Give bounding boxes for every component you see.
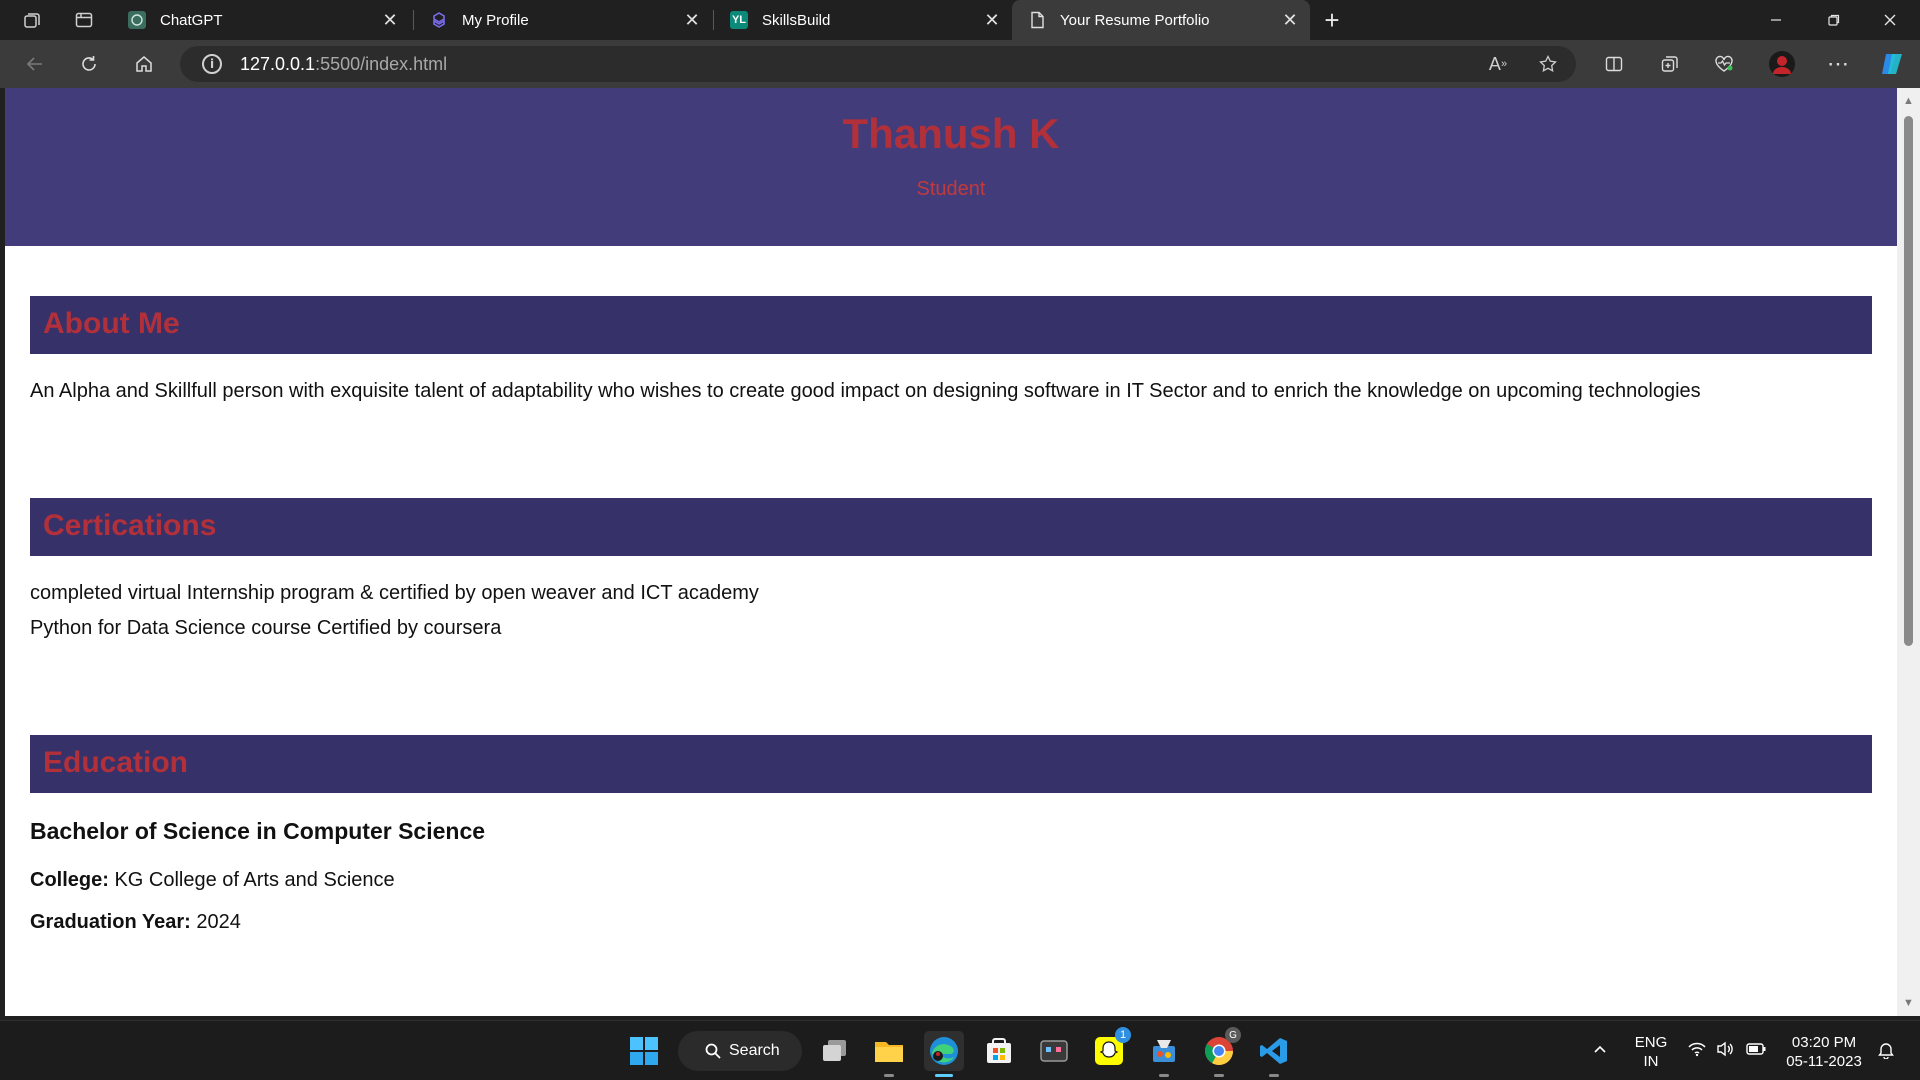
split-screen-icon[interactable] [1598, 50, 1630, 78]
new-tab-icon[interactable]: + [1318, 5, 1346, 35]
address-bar[interactable]: i 127.0.0.1:5500/index.html A» [180, 46, 1576, 82]
more-options-icon[interactable]: ⋯ [1822, 50, 1854, 78]
back-icon[interactable] [19, 50, 51, 78]
paint-app-icon[interactable] [1144, 1031, 1184, 1077]
page-viewport: Thanush K Student About Me An Alpha and … [5, 88, 1897, 1016]
notification-badge: 1 [1115, 1027, 1131, 1043]
favorite-star-icon[interactable] [1532, 52, 1564, 76]
battery-icon[interactable] [1746, 1041, 1766, 1062]
microsoft-store-icon[interactable] [979, 1031, 1019, 1071]
clock[interactable]: 03:20 PM 05-11-2023 [1780, 1033, 1868, 1071]
section-title: Education [43, 746, 189, 779]
page-scrollbar[interactable]: ▲ ▼ [1897, 88, 1920, 1016]
search-label: Search [729, 1042, 780, 1059]
browser-toolbar: i 127.0.0.1:5500/index.html A» ⋯ [0, 40, 1920, 88]
college-line: College: KG College of Arts and Science [30, 869, 395, 892]
close-tab-icon[interactable]: ✕ [378, 8, 402, 32]
tab-label: Your Resume Portfolio [1060, 11, 1210, 29]
wifi-icon[interactable] [1688, 1041, 1706, 1062]
vscode-icon[interactable] [1254, 1031, 1294, 1077]
close-window-icon[interactable] [1862, 0, 1918, 40]
degree-title: Bachelor of Science in Computer Science [30, 818, 486, 844]
tab-resume-portfolio[interactable]: Your Resume Portfolio ✕ [1012, 0, 1310, 40]
tab-my-profile[interactable]: My Profile ✕ [414, 0, 712, 40]
scroll-up-icon[interactable]: ▲ [1902, 94, 1915, 107]
graduation-year-line: Graduation Year: 2024 [30, 911, 241, 934]
certification-item: Python for Data Science course Certified… [30, 617, 502, 639]
certifications-section-header: Certications [30, 498, 1872, 556]
scrollbar-thumb[interactable] [1904, 116, 1913, 646]
workspaces-icon[interactable] [20, 8, 44, 32]
refresh-icon[interactable] [73, 50, 105, 78]
taskbar-search[interactable]: Search [678, 1031, 802, 1071]
profile-badge: G [1225, 1027, 1241, 1043]
tab-actions-icon[interactable] [72, 8, 96, 32]
read-aloud-icon[interactable]: A» [1482, 52, 1514, 76]
windows-start-icon[interactable] [624, 1031, 664, 1071]
person-name: Thanush K [842, 110, 1060, 157]
site-header: Thanush K Student [5, 88, 1897, 246]
restore-icon[interactable] [1806, 0, 1862, 40]
profile-avatar[interactable] [1766, 50, 1798, 78]
certification-item: completed virtual Internship program & c… [30, 582, 759, 604]
volume-icon[interactable] [1716, 1041, 1734, 1062]
search-icon [705, 1043, 721, 1059]
home-icon[interactable] [128, 50, 160, 78]
tab-label: My Profile [462, 11, 529, 29]
profile-site-icon [430, 11, 448, 29]
tab-chatgpt[interactable]: ChatGPT ✕ [112, 0, 410, 40]
clock-date: 05-11-2023 [1786, 1053, 1862, 1070]
browser-tab-bar: ChatGPT ✕ My Profile ✕ YL SkillsBuild ✕ … [0, 0, 1920, 40]
skillsbuild-icon: YL [730, 11, 748, 29]
chatgpt-icon [128, 11, 146, 29]
tab-skillsbuild[interactable]: YL SkillsBuild ✕ [714, 0, 1012, 40]
college-label: College: [30, 869, 109, 891]
section-title: About Me [43, 307, 180, 340]
site-info-icon[interactable]: i [202, 54, 222, 74]
collections-icon[interactable] [1654, 50, 1686, 78]
graduation-year-value: 2024 [196, 911, 241, 933]
graduation-year-label: Graduation Year: [30, 911, 191, 933]
chrome-browser-icon[interactable]: G [1199, 1027, 1241, 1077]
windows-taskbar: Search 1 G ENG IN 03:20 PM 05-11-2023 [0, 1020, 1920, 1080]
page-icon [1028, 11, 1046, 29]
close-tab-icon[interactable]: ✕ [980, 8, 1004, 32]
tab-label: ChatGPT [160, 11, 223, 29]
input-language[interactable]: ENG IN [1627, 1033, 1675, 1071]
clock-time: 03:20 PM [1791, 1034, 1857, 1051]
college-value: KG College of Arts and Science [114, 869, 395, 891]
url-text[interactable]: 127.0.0.1:5500/index.html [240, 54, 447, 75]
person-role: Student [916, 178, 986, 200]
browser-essentials-icon[interactable] [1708, 50, 1740, 78]
snapchat-icon[interactable]: 1 [1089, 1027, 1131, 1071]
scroll-down-icon[interactable]: ▼ [1902, 996, 1915, 1009]
minimize-icon[interactable] [1748, 0, 1804, 40]
task-view-icon[interactable] [815, 1031, 855, 1071]
education-section-header: Education [30, 735, 1872, 793]
tab-label: SkillsBuild [762, 11, 831, 29]
notifications-bell-icon[interactable] [1878, 1041, 1894, 1064]
file-explorer-icon[interactable] [869, 1031, 909, 1077]
close-tab-icon[interactable]: ✕ [1278, 8, 1302, 32]
edge-browser-icon[interactable] [924, 1031, 964, 1077]
copilot-icon[interactable] [1876, 50, 1908, 78]
about-text: An Alpha and Skillfull person with exqui… [30, 380, 1701, 402]
show-hidden-icons-chevron[interactable] [1592, 1041, 1608, 1062]
close-tab-icon[interactable]: ✕ [680, 8, 704, 32]
section-title: Certications [43, 509, 217, 542]
about-section-header: About Me [30, 296, 1872, 354]
game-app-icon[interactable] [1034, 1031, 1074, 1071]
